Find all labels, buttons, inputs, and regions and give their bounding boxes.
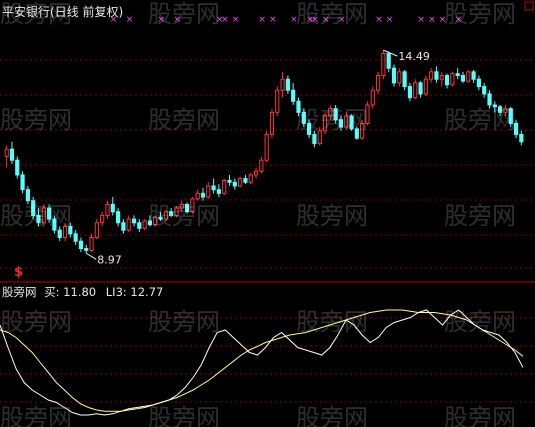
candle: [471, 70, 476, 83]
candle: [370, 86, 375, 109]
candle: [444, 73, 450, 89]
indicator-legend: 股旁网 买: 11.80 LI3: 12.77: [2, 285, 163, 299]
candle: [78, 237, 84, 253]
main-grid: [0, 59, 535, 269]
watermark: 股旁网: [296, 404, 368, 427]
candle: [9, 141, 15, 164]
candle: [285, 75, 290, 94]
window-box-icon[interactable]: [524, 1, 534, 11]
candle: [100, 211, 105, 227]
candle: [121, 219, 126, 234]
watermark: 股旁网: [296, 106, 368, 134]
low-price-label: 8.97: [97, 253, 122, 266]
watermark: 股旁网: [148, 404, 220, 427]
candle: [386, 51, 391, 72]
candle: [455, 68, 460, 80]
candle: [460, 71, 466, 83]
candle: [200, 187, 206, 201]
candle: [84, 244, 89, 254]
candle: [248, 173, 253, 185]
candle: [402, 70, 407, 91]
candle: [232, 178, 237, 190]
watermark: 股旁网: [444, 404, 516, 427]
candle: [466, 70, 471, 83]
watermark: 股旁网: [0, 308, 72, 336]
watermark: 股旁网: [148, 106, 220, 134]
candle: [375, 71, 381, 94]
candle: [115, 208, 121, 227]
chart-canvas: × × × × × × × × × × × × × × × × × × × × 平安银行(日线 前复权) 股旁网 买:…: [0, 0, 535, 427]
candle: [20, 171, 25, 194]
watermark: 股旁网: [0, 0, 72, 28]
x-signal-mark: ×: [375, 15, 383, 25]
candle: [264, 130, 269, 163]
candle: [243, 174, 248, 185]
candle: [391, 64, 397, 87]
watermark: 股旁网: [444, 308, 516, 336]
candle: [423, 75, 428, 96]
candle: [126, 215, 131, 232]
indicator-name: 股旁网: [2, 285, 37, 299]
candle: [291, 82, 296, 105]
watermark: 股旁网: [444, 202, 516, 230]
low-pointer: [85, 252, 97, 260]
high-price-label: 14.49: [398, 50, 430, 63]
x-signal-mark: ×: [418, 15, 426, 25]
watermark: 股旁网: [444, 0, 516, 28]
candle: [275, 86, 280, 117]
indicator-li3: LI3: 12.77: [106, 285, 164, 299]
watermark: 股旁网: [296, 0, 368, 28]
watermark: 股旁网: [0, 404, 72, 427]
candle: [434, 66, 439, 83]
watermark: 股旁网: [148, 202, 220, 230]
x-signal-mark: ×: [428, 15, 436, 25]
watermark: 股旁网: [296, 308, 368, 336]
x-signal-mark: ×: [269, 15, 277, 25]
candle: [259, 156, 264, 174]
dollar-marker-icon: $: [14, 265, 23, 280]
x-signal-mark: ×: [386, 15, 394, 25]
x-signal-mark: ×: [221, 15, 229, 25]
candle: [429, 68, 434, 83]
candle: [450, 71, 455, 87]
candle: [195, 189, 200, 201]
watermark: 股旁网: [148, 0, 220, 28]
watermark: 股旁网: [296, 202, 368, 230]
candle: [269, 108, 275, 139]
candle: [519, 130, 524, 146]
watermark: 股旁网: [0, 202, 72, 230]
x-signal-mark: ×: [258, 15, 266, 25]
candle: [397, 68, 402, 87]
candle: [407, 82, 413, 102]
candle: [73, 230, 78, 245]
candle: [216, 184, 221, 198]
candle: [94, 219, 99, 240]
candle: [89, 233, 94, 253]
x-signal-mark: ×: [126, 15, 134, 25]
watermark: 股旁网: [444, 106, 516, 134]
candle: [137, 219, 142, 232]
candle: [280, 71, 285, 98]
candle: [253, 167, 259, 179]
candle: [142, 219, 147, 231]
watermark: 股旁网: [0, 106, 72, 134]
candle: [381, 50, 386, 80]
candle: [131, 215, 137, 227]
candle: [105, 200, 110, 220]
candle: [413, 79, 418, 100]
candle: [222, 178, 227, 196]
candle: [206, 182, 211, 199]
kline-chart: × × × × ×× × × × × ×× × × × × × × × × 平安银行(日线 前复权) 股旁网 买:…: [0, 0, 535, 427]
candle: [476, 75, 481, 91]
x-signal-mark: ×: [232, 15, 240, 25]
watermark-layer: 股旁网 股旁网 股旁网 股旁网股旁网 股旁网 股旁网 股旁网股旁网 股旁网 股旁网 股旁网股旁网股…: [0, 0, 516, 427]
candle: [227, 174, 232, 186]
watermark: 股旁网: [148, 308, 220, 336]
candle: [15, 156, 20, 179]
candle: [238, 176, 243, 188]
candle: [439, 71, 444, 87]
candle: [211, 178, 216, 194]
candle: [4, 145, 9, 168]
indicator-buy: 买: 11.80: [44, 285, 96, 299]
